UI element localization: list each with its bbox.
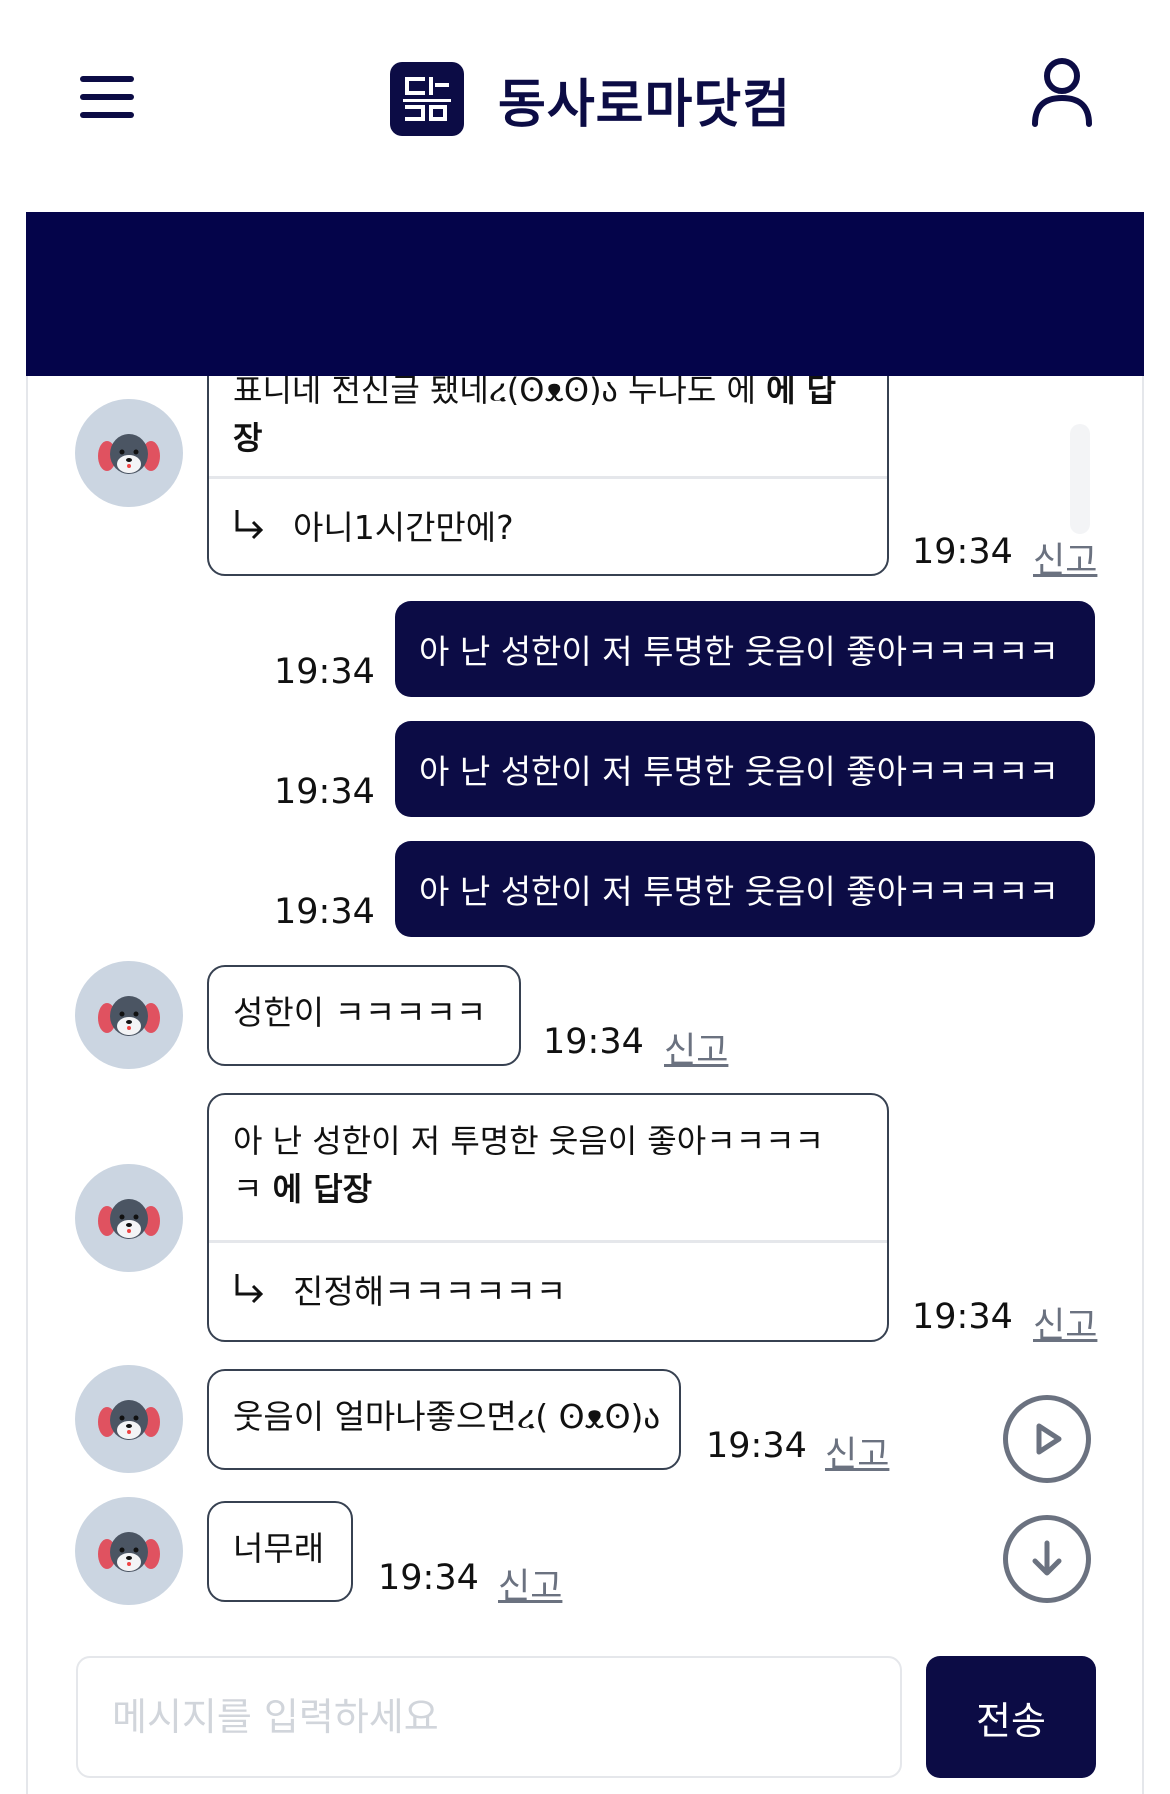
site-logo[interactable]: 동사로마닷컴 <box>390 62 791 136</box>
dog-avatar-icon[interactable] <box>75 1497 183 1605</box>
report-link[interactable]: 신고 <box>498 1558 562 1609</box>
top-header: 동사로마닷컴 <box>0 0 1170 190</box>
reply-arrow-icon <box>235 510 264 540</box>
report-link[interactable]: 신고 <box>1033 1297 1097 1348</box>
message-time: 19:34 <box>378 1558 479 1598</box>
message-time: 19:34 <box>912 1297 1013 1337</box>
reply-message-bubble[interactable]: 아 난 성한이 저 투명한 웃음이 좋아ㅋㅋㅋㅋ ㅋ 에 답장 진정해ㅋㅋㅋㅋㅋ… <box>207 1093 889 1342</box>
menu-icon[interactable] <box>78 72 138 122</box>
reply-arrow-icon <box>235 1274 264 1304</box>
message-time: 19:34 <box>274 892 375 932</box>
scroll-down-button[interactable] <box>1003 1515 1091 1603</box>
report-link[interactable]: 신고 <box>664 1022 728 1073</box>
scrollbar-thumb[interactable] <box>1070 424 1090 534</box>
message-input[interactable] <box>76 1656 902 1778</box>
message-bubble[interactable]: 웃음이 얼마나좋으면ረ( ʘᴥʘ)ა <box>207 1369 681 1470</box>
site-title[interactable]: 동사로마닷컴 <box>498 62 791 137</box>
report-link[interactable]: 신고 <box>825 1426 889 1477</box>
reply-text: 진정해ㅋㅋㅋㅋㅋㅋ <box>293 1272 567 1311</box>
arrow-down-icon <box>1032 1540 1062 1576</box>
user-icon[interactable] <box>1030 56 1094 128</box>
my-message-bubble[interactable]: 아 난 성한이 저 투명한 웃음이 좋아ㅋㅋㅋㅋㅋ <box>395 601 1095 697</box>
message-time: 19:34 <box>706 1426 807 1466</box>
reply-suffix: 에 답장 <box>272 1170 373 1208</box>
message-time: 19:34 <box>274 772 375 812</box>
message-time: 19:34 <box>274 652 375 692</box>
reply-target-text: 표니네 전신글 됐네ረ(ʘᴥʘ)ა 누나도 에 <box>233 371 756 409</box>
dog-avatar-icon[interactable] <box>75 1164 183 1272</box>
send-button[interactable]: 전송 <box>926 1656 1096 1778</box>
message-time: 19:34 <box>912 532 1013 572</box>
message-text: 너무래 <box>233 1529 325 1568</box>
my-message-bubble[interactable]: 아 난 성한이 저 투명한 웃음이 좋아ㅋㅋㅋㅋㅋ <box>395 721 1095 817</box>
dog-avatar-icon[interactable] <box>75 961 183 1069</box>
my-message-bubble[interactable]: 아 난 성한이 저 투명한 웃음이 좋아ㅋㅋㅋㅋㅋ <box>395 841 1095 937</box>
play-button[interactable] <box>1003 1395 1091 1483</box>
message-bubble[interactable]: 너무래 <box>207 1501 353 1602</box>
message-bubble[interactable]: 성한이 ㅋㅋㅋㅋㅋ <box>207 965 521 1066</box>
dog-avatar-icon[interactable] <box>75 1365 183 1473</box>
message-time: 19:34 <box>543 1022 644 1062</box>
report-link[interactable]: 신고 <box>1033 532 1097 583</box>
play-icon <box>1036 1423 1062 1455</box>
message-text: 웃음이 얼마나좋으면ረ( ʘᴥʘ)ა <box>233 1397 661 1436</box>
message-text: 성한이 ㅋㅋㅋㅋㅋ <box>233 993 487 1032</box>
logo-icon <box>390 62 464 136</box>
reply-text: 아니1시간만에? <box>293 508 514 547</box>
ad-banner <box>26 212 1144 376</box>
dog-avatar-icon[interactable] <box>75 399 183 507</box>
